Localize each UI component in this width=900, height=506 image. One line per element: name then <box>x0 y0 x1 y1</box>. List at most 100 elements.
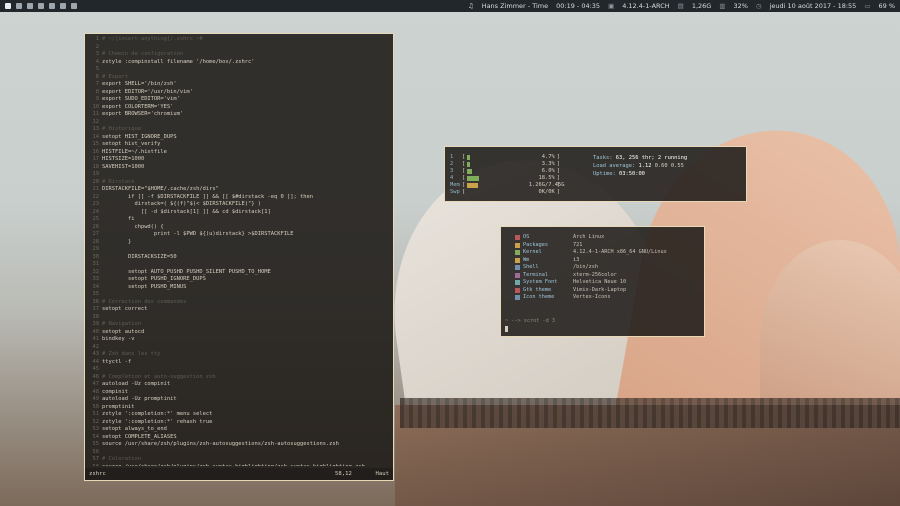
code-line[interactable]: 5 <box>87 66 391 74</box>
workspace-3[interactable]: 3 <box>27 3 33 9</box>
code-line[interactable]: 56 <box>87 449 391 457</box>
date-time[interactable]: jeudi 10 août 2017 - 18:55 <box>770 2 857 10</box>
meter-close-bracket: ] <box>556 182 560 188</box>
code-line[interactable]: 57 # Coloration <box>87 456 391 464</box>
code-line[interactable]: 1 # ~/[insert-anything]/.zshrc ~# <box>87 36 391 44</box>
code-line[interactable]: 7 export SHELL='/bin/zsh' <box>87 81 391 89</box>
code-line[interactable]: 23 dirstack=( ${(f)"$(< $DIRSTACKFILE)"}… <box>87 201 391 209</box>
line-text: ttyctl -f <box>102 358 132 365</box>
code-line[interactable]: 35 <box>87 291 391 299</box>
uptime-line: Uptime: 03:50:00 <box>593 170 687 178</box>
line-text: setopt HIST_IGNORE_DUPS <box>102 133 177 140</box>
code-line[interactable]: 18 SAVEHIST=1000 <box>87 164 391 172</box>
workspace-4[interactable]: 4 <box>38 3 44 9</box>
meter-bar <box>465 162 529 167</box>
code-area[interactable]: 1 # ~/[insert-anything]/.zshrc ~# 2 3 # Chem… <box>87 36 391 466</box>
code-line[interactable]: 29 <box>87 246 391 254</box>
line-number: 50 <box>92 403 100 410</box>
code-line[interactable]: 10 export COLORTERM='YES' <box>87 104 391 112</box>
code-line[interactable]: 25 fi <box>87 216 391 224</box>
meter-value: 18.5% <box>538 175 555 181</box>
vim-editor-window[interactable]: 1 # ~/[insert-anything]/.zshrc ~# 2 3 # Chem… <box>84 33 394 481</box>
code-line[interactable]: 9 export SUDO_EDITOR='vim' <box>87 96 391 104</box>
color-swatch <box>515 280 520 286</box>
code-line[interactable]: 30 DIRSTACKSIZE=50 <box>87 254 391 262</box>
code-line[interactable]: 46 # Completion et auto-suggestion zsh <box>87 374 391 382</box>
code-line[interactable]: 38 <box>87 314 391 322</box>
line-number: 45 <box>92 366 100 372</box>
code-line[interactable]: 39 # Navigation <box>87 321 391 329</box>
workspace-7[interactable]: 7 <box>71 3 77 9</box>
line-text: DIRSTACKSIZE=50 <box>102 253 177 260</box>
info-key: Packages <box>523 241 548 248</box>
line-text: autoload -Uz compinit <box>102 381 171 387</box>
code-line[interactable]: 32 setopt AUTO_PUSHD PUSHD_SILENT PUSHD_… <box>87 269 391 277</box>
color-swatch <box>515 235 520 241</box>
workspace-5[interactable]: 5 <box>49 3 55 9</box>
code-line[interactable]: 36 # Correction des commandes <box>87 299 391 307</box>
code-line[interactable]: 15 setopt hist_verify <box>87 141 391 149</box>
line-number: 15 <box>92 141 100 147</box>
code-line[interactable]: 21 DIRSTACKFILE="$HOME/.cache/zsh/dirs" <box>87 186 391 194</box>
code-line[interactable]: 13 # Historique <box>87 126 391 134</box>
code-line[interactable]: 41 bindkey -v <box>87 336 391 344</box>
code-line[interactable]: 49 autoload -Uz promptinit <box>87 396 391 404</box>
htop-summary: Tasks: 63, 256 thr; 2 running Load avera… <box>593 154 687 178</box>
code-line[interactable]: 31 <box>87 261 391 269</box>
code-line[interactable]: 44 ttyctl -f <box>87 359 391 367</box>
code-line[interactable]: 27 print -l $PWD ${(u)dirstack} >$DIRSTA… <box>87 231 391 239</box>
code-line[interactable]: 12 <box>87 119 391 127</box>
code-line[interactable]: 26 chpwd() { <box>87 224 391 232</box>
code-line[interactable]: 8 export EDITOR='/usr/bin/vim' <box>87 89 391 97</box>
code-line[interactable]: 19 <box>87 171 391 179</box>
line-text: promptinit <box>102 403 135 410</box>
code-line[interactable]: 58source /usr/share/zsh/plugins/zsh-synt… <box>87 464 391 467</box>
code-line[interactable]: 17 HISTSIZE=1000 <box>87 156 391 164</box>
code-line[interactable]: 48 compinit <box>87 389 391 397</box>
workspace-switcher: 1234567 <box>0 3 77 9</box>
workspace-6[interactable]: 6 <box>60 3 66 9</box>
code-line[interactable]: 20 # Dirstack <box>87 179 391 187</box>
code-line[interactable]: 34 setopt PUSHD_MINUS <box>87 284 391 292</box>
code-line[interactable]: 55 source /usr/share/zsh/plugins/zsh-auto… <box>87 441 391 449</box>
meter-value: 1.26G/7.45G <box>528 182 565 188</box>
code-line[interactable]: 54 setopt COMPLETE_ALIASES <box>87 434 391 442</box>
code-line[interactable]: 11 export BROWSER='chromium' <box>87 111 391 119</box>
code-line[interactable]: 47 autoload -Uz compinit <box>87 381 391 389</box>
line-text: setopt autocd <box>102 328 145 335</box>
code-line[interactable]: 14 setopt HIST_IGNORE_DUPS <box>87 134 391 142</box>
now-playing[interactable]: Hans Zimmer - Time <box>482 2 548 10</box>
line-text: setopt PUSHD_MINUS <box>102 283 187 290</box>
workspace-1[interactable]: 1 <box>5 3 11 9</box>
line-text: setopt hist_verify <box>102 141 161 147</box>
code-line[interactable]: 4 zstyle :compinstall filename '/home/box… <box>87 59 391 67</box>
code-line[interactable]: 37 setopt correct <box>87 306 391 314</box>
line-text: [[ -d $dirstack[1] ]] && cd $dirstack[1] <box>102 208 271 215</box>
neofetch-terminal-window[interactable]: OS Arch Linux Packages 721 Kernel 4.12.4-1-AR… <box>500 226 705 337</box>
code-line[interactable]: 22 if [[ -f $DIRSTACKFILE ]] && [[ $#dir… <box>87 194 391 202</box>
line-number: 46 <box>92 373 100 380</box>
workspace-2[interactable]: 2 <box>16 3 22 9</box>
code-line[interactable]: 3 # Chemin de configuration <box>87 51 391 59</box>
code-line[interactable]: 6 # Export <box>87 74 391 82</box>
htop-window[interactable]: 1[4.7%] 2[3.3%] 3[6.0%] 4[18.5%] Mem[1.26G/7… <box>444 146 747 202</box>
code-line[interactable]: 28 } <box>87 239 391 247</box>
code-line[interactable]: 33 setopt PUSHD_IGNORE_DUPS <box>87 276 391 284</box>
code-line[interactable]: 16 HISTFILE=~/.histfile <box>87 149 391 157</box>
code-line[interactable]: 42 <box>87 344 391 352</box>
code-line[interactable]: 53 setopt always_to_end <box>87 426 391 434</box>
code-line[interactable]: 45 <box>87 366 391 374</box>
code-line[interactable]: 51 zstyle ':completion:*' menu select <box>87 411 391 419</box>
line-text: HISTFILE=~/.histfile <box>102 148 167 155</box>
line-text: setopt PUSHD_IGNORE_DUPS <box>102 276 206 282</box>
shell-prompt[interactable]: ~ --> scrot -d 3 <box>505 318 555 324</box>
code-line[interactable]: 50 promptinit <box>87 404 391 412</box>
code-line[interactable]: 2 <box>87 44 391 52</box>
code-line[interactable]: 52 zstyle ':completion:*' rehash true <box>87 419 391 427</box>
code-line[interactable]: 43 # Zsh dans les tty <box>87 351 391 359</box>
code-line[interactable]: 40 setopt autocd <box>87 329 391 337</box>
line-text: setopt AUTO_PUSHD PUSHD_SILENT PUSHD_TO_… <box>102 268 271 275</box>
line-number: 18 <box>92 163 100 170</box>
code-line[interactable]: 24 [[ -d $dirstack[1] ]] && cd $dirstack… <box>87 209 391 217</box>
line-number: 23 <box>92 201 100 207</box>
